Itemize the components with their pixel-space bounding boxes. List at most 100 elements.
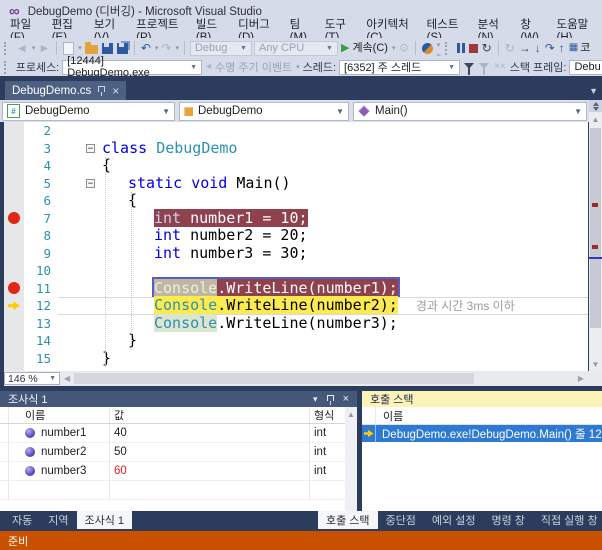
breakpoint-margin[interactable] (4, 350, 24, 368)
continue-button[interactable]: ▶ 계속(C) ▾ (340, 40, 397, 57)
flag-threads-button[interactable] (478, 59, 490, 76)
code-text[interactable]: −class DebugDemo (58, 140, 588, 158)
breakpoint-margin[interactable] (4, 332, 24, 350)
watch-row-empty[interactable] (0, 481, 357, 500)
document-tab-debugdemo-cs[interactable]: DebugDemo.cs × (5, 81, 126, 100)
stop-debugging-button[interactable] (468, 40, 479, 57)
menu-item-e[interactable]: 편집(E) (46, 22, 88, 38)
breakpoint-margin[interactable] (4, 157, 24, 175)
restart-button[interactable]: ↻ (481, 40, 493, 57)
save-button[interactable] (101, 40, 114, 57)
undo-button[interactable]: ↶ (140, 40, 152, 57)
menu-item-f[interactable]: 파일(F) (4, 22, 46, 38)
stack-frame-combo[interactable]: Debu (569, 60, 602, 75)
step-backward-event-button[interactable]: ◂ (205, 59, 212, 76)
break-all-button[interactable] (456, 40, 466, 57)
watch-scrollbar[interactable]: ▲ (345, 407, 357, 511)
breakpoint-margin[interactable] (4, 227, 24, 245)
toolbar-overflow-button[interactable]: ▾‗ (437, 41, 441, 56)
panel-tab-조사식1[interactable]: 조사식 1 (77, 511, 133, 529)
undo-dropdown[interactable]: ▾ (155, 44, 159, 52)
watch-title-bar[interactable]: 조사식 1 ▾ × (0, 391, 357, 407)
panel-tab-자동[interactable]: 자동 (4, 511, 40, 529)
breakpoint-margin[interactable] (4, 245, 24, 263)
fold-collapse-icon[interactable]: − (86, 144, 95, 153)
new-file-dropdown[interactable]: ▾ (78, 44, 82, 52)
save-all-button[interactable] (116, 40, 129, 57)
toolbar-grip[interactable] (4, 61, 11, 74)
scrollbar-thumb[interactable] (590, 128, 601, 328)
panel-tab-예외설정[interactable]: 예외 설정 (424, 511, 484, 529)
panel-tab-지역[interactable]: 지역 (40, 511, 76, 529)
type-dropdown[interactable]: DebugDemo▼ (179, 102, 349, 121)
pin-icon[interactable] (98, 86, 105, 92)
close-icon[interactable]: × (343, 393, 349, 405)
navigate-back-dropdown[interactable]: ▾ (32, 44, 36, 52)
code-editor[interactable]: 23−class DebugDemo4{5−static void Main()… (4, 122, 588, 371)
breakpoint-margin[interactable] (4, 175, 24, 193)
lifecycle-events-chevron[interactable]: ▾ (296, 63, 300, 71)
open-file-button[interactable] (84, 40, 99, 57)
lifecycle-events-dropdown[interactable]: 수명 주기 이벤트 (215, 59, 292, 75)
scroll-left-button[interactable]: ◀ (60, 371, 74, 386)
navigate-back-button[interactable]: ◄ (15, 40, 29, 57)
toolbar-grip[interactable] (445, 42, 452, 55)
solution-platform-combo[interactable]: Any CPU▼ (254, 41, 338, 56)
code-text[interactable]: int number2 = 20; (58, 227, 588, 245)
filter-threads-button[interactable] (463, 59, 475, 76)
scroll-right-button[interactable]: ▶ (574, 371, 588, 386)
step-into-button[interactable]: ↓ (534, 40, 542, 57)
step-over-button[interactable]: ↷ (544, 40, 556, 57)
menu-item-s[interactable]: 테스트(S) (421, 22, 472, 38)
code-text[interactable]: Console.WriteLine(number1); (58, 280, 588, 298)
menu-item-c[interactable]: 아키텍처(C) (360, 22, 420, 38)
new-file-button[interactable] (62, 40, 75, 57)
code-map-button[interactable]: ▦ 코 (568, 40, 592, 57)
watch-value-cell[interactable]: 40 (110, 424, 310, 442)
pin-icon[interactable] (327, 395, 334, 401)
watch-row-number2[interactable]: number250int (0, 443, 357, 462)
call-stack-frame[interactable]: DebugDemo.exe!DebugDemo.Main() 줄 12 (362, 425, 602, 442)
menu-item-b[interactable]: 빌드(B) (190, 22, 232, 38)
editor-splitter-button[interactable] (589, 100, 602, 112)
watch-value-cell[interactable]: 60 (110, 462, 310, 480)
panel-tab-직접실행창[interactable]: 직접 실행 창 (533, 511, 602, 529)
scroll-down-button[interactable]: ▼ (589, 357, 602, 371)
menu-item-d[interactable]: 디버그(D) (232, 22, 284, 38)
intellitrace-button[interactable] (421, 40, 434, 57)
toolbar-grip[interactable] (4, 42, 11, 55)
horizontal-scrollbar-thumb[interactable] (74, 373, 474, 384)
watch-name-cell[interactable]: number2 (9, 443, 110, 461)
window-position-dropdown[interactable]: ▾ (313, 394, 318, 405)
code-text[interactable]: Console.WriteLine(number3); (58, 315, 588, 333)
breakpoint-margin[interactable] (4, 140, 24, 158)
call-stack-title-bar[interactable]: 호출 스택 (362, 391, 602, 407)
member-dropdown[interactable]: Main()▼ (353, 102, 587, 121)
menu-item-h[interactable]: 도움말(H) (551, 22, 602, 38)
project-dropdown[interactable]: # DebugDemo▼ (2, 102, 175, 121)
code-text[interactable]: int number1 = 10; (58, 210, 588, 228)
current-statement-indicator[interactable] (4, 297, 24, 315)
toggle-flagged-button[interactable]: ×× (493, 59, 507, 76)
code-text[interactable] (58, 262, 588, 280)
menu-item-v[interactable]: 보기(V) (88, 22, 130, 38)
code-text[interactable]: } (58, 332, 588, 350)
continue-dropdown[interactable]: ▾ (392, 45, 396, 52)
watch-name-cell[interactable]: number1 (9, 424, 110, 442)
watch-row-number3[interactable]: number360int (0, 462, 357, 481)
perf-tip[interactable]: 경과 시간 3ms 이하 (416, 299, 515, 313)
thread-combo[interactable]: [6352] 주 스레드▼ (339, 60, 460, 75)
show-next-statement-button[interactable]: → (518, 40, 532, 57)
fold-collapse-icon[interactable]: − (86, 179, 95, 188)
scroll-up-button[interactable]: ▲ (589, 112, 602, 126)
watch-value-cell[interactable]: 50 (110, 443, 310, 461)
code-text[interactable]: int number3 = 30; (58, 245, 588, 263)
breakpoint-margin[interactable] (4, 122, 24, 140)
panel-tab-호출스택[interactable]: 호출 스택 (318, 511, 378, 529)
code-text[interactable]: } (58, 350, 588, 368)
step-out-button[interactable]: ↑ (558, 40, 566, 57)
redo-dropdown[interactable]: ▾ (175, 44, 179, 52)
code-text[interactable] (58, 122, 588, 140)
editor-zoom-combo[interactable]: 146 %▼ (4, 372, 60, 385)
code-text[interactable]: { (58, 192, 588, 210)
